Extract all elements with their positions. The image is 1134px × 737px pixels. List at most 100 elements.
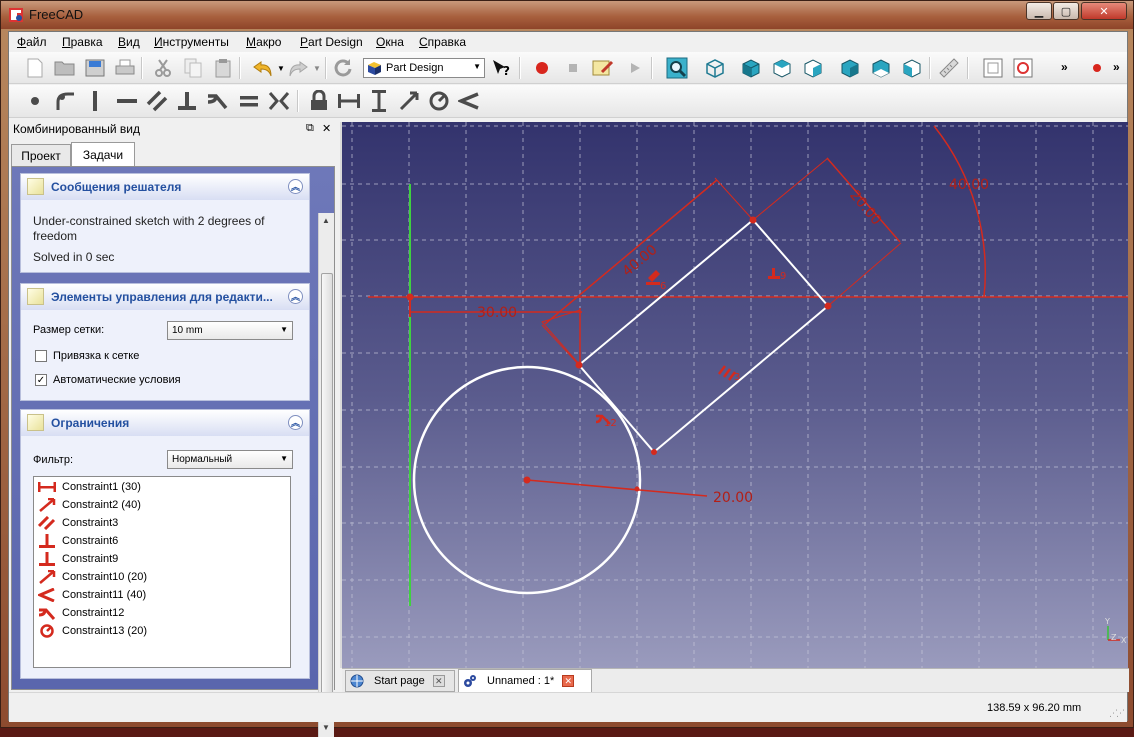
list-item[interactable]: Constraint2 (40) (38, 496, 141, 514)
record-icon[interactable] (1085, 56, 1109, 80)
equal-constraint-icon[interactable] (237, 89, 261, 113)
close-tab-icon[interactable]: ✕ (562, 675, 575, 687)
toolbar-overflow-icon[interactable]: » (1061, 60, 1068, 74)
cut-icon[interactable] (151, 56, 175, 80)
constraints-header[interactable]: Ограничения ︽ (21, 410, 309, 436)
solver-messages-header[interactable]: Сообщения решателя ︽ (21, 174, 309, 200)
angle-dimension-label[interactable]: 40.00 (949, 177, 989, 193)
perpendicular-glyph[interactable]: 6 (646, 270, 666, 292)
menu-windows[interactable]: Окна (376, 35, 404, 49)
undo-icon[interactable] (251, 56, 275, 80)
record-macro-icon[interactable] (530, 56, 554, 80)
macro-edit-icon[interactable] (591, 56, 615, 80)
redo-dropdown-icon[interactable]: ▼ (313, 64, 321, 73)
list-item[interactable]: Constraint12 (38, 604, 124, 622)
menu-tools[interactable]: Инструменты (154, 35, 229, 49)
lock-constraint-icon[interactable] (307, 89, 331, 113)
tangent-constraint-icon[interactable] (205, 89, 229, 113)
point-on-object-icon[interactable] (53, 89, 77, 113)
right-view-icon[interactable] (801, 56, 825, 80)
snap-to-grid-checkbox[interactable] (35, 350, 47, 362)
stop-macro-icon[interactable] (561, 56, 585, 80)
print-icon[interactable] (113, 56, 137, 80)
close-tab-icon[interactable]: ✕ (432, 675, 445, 687)
width-dimension-label[interactable]: 20.00 (846, 187, 884, 228)
constraints-list[interactable]: Constraint1 (30) Constraint2 (40) Constr… (33, 476, 291, 668)
paste-icon[interactable] (211, 56, 235, 80)
left-view-icon[interactable] (900, 56, 924, 80)
new-document-icon[interactable] (23, 56, 47, 80)
vertical-distance-icon[interactable] (367, 89, 391, 113)
list-item[interactable]: Constraint11 (40) (38, 586, 146, 604)
front-view-icon[interactable] (739, 56, 763, 80)
menu-file[interactable]: Файл (17, 35, 47, 49)
float-panel-icon[interactable]: ⧉ (306, 122, 314, 135)
angle-constraint-icon[interactable] (457, 89, 481, 113)
radius-dimension-label[interactable]: 20.00 (713, 490, 753, 506)
measure-icon[interactable] (937, 56, 961, 80)
tab-project[interactable]: Проект (11, 144, 71, 166)
copy-icon[interactable] (181, 56, 205, 80)
resize-grip-icon[interactable]: ⋰⋰ (1109, 708, 1125, 719)
menu-view[interactable]: Вид (118, 35, 140, 49)
perpendicular-glyph[interactable]: 9 (768, 268, 786, 282)
tab-tasks[interactable]: Задачи (71, 142, 135, 166)
horizontal-constraint-icon[interactable] (115, 89, 139, 113)
maximize-button[interactable]: ▢ (1053, 2, 1079, 20)
axonometric-view-icon[interactable] (703, 56, 727, 80)
tab-unnamed-document[interactable]: Unnamed : 1* ✕ (458, 669, 592, 693)
list-item[interactable]: Constraint6 (38, 532, 118, 550)
grid-size-select[interactable]: 10 mm ▼ (167, 321, 293, 340)
radius-constraint-icon[interactable] (427, 89, 451, 113)
view-section-icon[interactable] (1011, 56, 1035, 80)
point-coincident-icon[interactable] (23, 89, 47, 113)
horizontal-dimension-label[interactable]: 30.00 (477, 305, 517, 321)
fit-all-icon[interactable] (665, 56, 689, 80)
filter-select[interactable]: Нормальный ▼ (167, 450, 293, 469)
minimize-button[interactable]: ▁ (1026, 2, 1052, 20)
toolbar-overflow-icon[interactable]: » (1113, 60, 1120, 74)
sketch-canvas[interactable]: 40.00 30.00 40.00 20.00 20.00 6 9 3 12 Y… (342, 122, 1128, 668)
collapse-icon[interactable]: ︽ (288, 179, 303, 194)
scroll-up-icon[interactable]: ▲ (322, 216, 330, 225)
menu-macro[interactable]: Макро (246, 35, 281, 49)
redo-icon[interactable] (287, 56, 311, 80)
vertical-constraint-icon[interactable] (83, 89, 107, 113)
open-folder-icon[interactable] (53, 56, 77, 80)
list-item[interactable]: Constraint10 (20) (38, 568, 147, 586)
menu-edit[interactable]: Правка (62, 35, 103, 49)
workbench-selector[interactable]: Part Design ▼ (363, 58, 485, 78)
close-window-button[interactable]: ✕ (1081, 2, 1127, 20)
symmetric-constraint-icon[interactable] (267, 89, 291, 113)
list-item[interactable]: Constraint1 (30) (38, 478, 141, 496)
scrollbar-thumb[interactable] (321, 273, 333, 713)
tab-start-page[interactable]: Start page ✕ (345, 670, 455, 692)
parallel-glyph[interactable]: 3 (718, 365, 740, 383)
list-item[interactable]: Constraint9 (38, 550, 118, 568)
collapse-icon[interactable]: ︽ (288, 289, 303, 304)
save-icon[interactable] (83, 56, 107, 80)
edit-controls-header[interactable]: Элементы управления для редакти... ︽ (21, 284, 309, 310)
close-panel-icon[interactable]: ✕ (322, 122, 331, 135)
rear-view-icon[interactable] (838, 56, 862, 80)
collapse-icon[interactable]: ︽ (288, 415, 303, 430)
refresh-icon[interactable] (331, 56, 355, 80)
list-item[interactable]: Constraint3 (38, 514, 118, 532)
tangent-glyph[interactable]: 12 (595, 414, 617, 429)
parallel-constraint-icon[interactable] (145, 89, 169, 113)
list-item[interactable]: Constraint13 (20) (38, 622, 147, 640)
auto-constraints-checkbox[interactable]: ✓ (35, 374, 47, 386)
top-view-icon[interactable] (770, 56, 794, 80)
3d-viewport[interactable]: 40.00 30.00 40.00 20.00 20.00 6 9 3 12 Y… (342, 122, 1128, 668)
menu-part-design[interactable]: Part Design (300, 35, 363, 49)
perpendicular-constraint-icon[interactable] (175, 89, 199, 113)
menu-help[interactable]: Справка (419, 35, 466, 49)
distance-constraint-icon[interactable] (397, 89, 421, 113)
bottom-view-icon[interactable] (869, 56, 893, 80)
play-macro-icon[interactable] (623, 56, 647, 80)
whats-this-icon[interactable]: ? (489, 56, 513, 80)
sketch-view-icon[interactable] (981, 56, 1005, 80)
horizontal-distance-icon[interactable] (337, 89, 361, 113)
task-panel-scrollbar[interactable]: ▲ ▼ (318, 213, 334, 737)
undo-dropdown-icon[interactable]: ▼ (277, 64, 285, 73)
